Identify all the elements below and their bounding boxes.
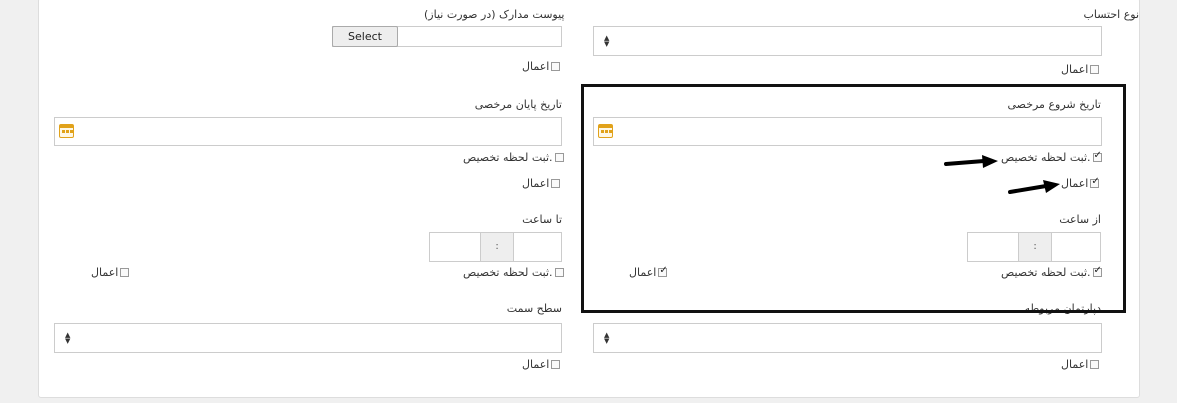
end-date-label: تاریخ پایان مرخصی [474,98,562,111]
from-hour-field[interactable] [1052,233,1100,261]
from-record-moment[interactable]: ثبت لحظه تخصیص. [1001,265,1102,279]
start-apply[interactable]: اعمال [1061,176,1100,190]
apply-checkbox[interactable] [551,179,561,188]
to-time-label: تا ساعت [522,213,562,226]
attachment-field[interactable]: Select [332,26,562,47]
apply-checkbox[interactable] [120,268,130,277]
apply-checkbox[interactable] [1090,176,1100,188]
apply-checkbox[interactable] [551,62,561,71]
access-apply[interactable]: اعمال [522,358,561,371]
select-updown-icon: ▲ ▼ [604,331,610,345]
apply-checkbox[interactable] [1090,360,1100,369]
calendar-icon[interactable] [598,124,613,138]
attachment-apply[interactable]: اعمال [522,60,561,73]
to-time-input[interactable]: : [429,232,562,262]
from-apply[interactable]: اعمال [629,265,668,279]
apply-checkbox[interactable] [1090,65,1100,74]
record-moment-label: ثبت لحظه تخصیص. [1001,151,1091,164]
from-time-label: از ساعت [1059,213,1101,226]
access-level-select[interactable]: ▲ ▼ [54,323,562,353]
start-record-moment[interactable]: ثبت لحظه تخصیص. [1001,150,1102,164]
apply-label: اعمال [522,358,550,371]
select-updown-icon: ▲ ▼ [604,34,610,48]
record-moment-checkbox[interactable] [1092,150,1102,162]
to-hour-field[interactable] [514,233,561,261]
record-moment-checkbox[interactable] [1092,265,1102,277]
apply-label: اعمال [629,266,657,279]
apply-checkbox[interactable] [658,265,668,277]
record-moment-checkbox[interactable] [554,153,564,162]
apply-label: اعمال [91,266,119,279]
apply-label: اعمال [1061,358,1089,371]
start-date-input[interactable] [593,117,1102,146]
leave-type-select[interactable]: ▲ ▼ [593,26,1102,56]
leave-type-apply[interactable]: اعمال [1061,63,1100,76]
apply-label: اعمال [522,177,550,190]
from-minute-field[interactable] [968,233,1018,261]
record-moment-label: ثبت لحظه تخصیص. [463,266,553,279]
attachment-label: پیوست مدارک (در صورت نیاز) [424,8,565,21]
to-record-moment[interactable]: ثبت لحظه تخصیص. [463,266,564,279]
apply-label: اعمال [522,60,550,73]
attachment-select-button[interactable]: Select [332,26,398,47]
end-record-moment[interactable]: ثبت لحظه تخصیص. [463,151,564,164]
end-date-input[interactable] [54,117,562,146]
to-minute-field[interactable] [430,233,480,261]
form-panel: نوع احتساب ▲ ▼ اعمال پیوست مدارک (در صورت… [38,0,1140,398]
record-moment-label: ثبت لحظه تخصیص. [1001,266,1091,279]
start-date-label: تاریخ شروع مرخصی [1007,98,1101,111]
time-separator: : [1018,233,1052,261]
to-apply[interactable]: اعمال [91,266,130,279]
calendar-icon[interactable] [59,124,74,138]
leave-type-label: نوع احتساب [1083,8,1140,21]
access-level-label: سطح سمت [506,302,562,315]
time-separator: : [480,233,514,261]
record-moment-label: ثبت لحظه تخصیص. [463,151,553,164]
apply-label: اعمال [1061,63,1089,76]
end-apply[interactable]: اعمال [522,177,561,190]
apply-checkbox[interactable] [551,360,561,369]
from-time-input[interactable]: : [967,232,1101,262]
arrow-right-icon [1008,180,1060,194]
dept-apply[interactable]: اعمال [1061,358,1100,371]
select-updown-icon: ▲ ▼ [65,331,71,345]
record-moment-checkbox[interactable] [554,268,564,277]
apply-label: اعمال [1061,177,1089,190]
arrow-right-icon [944,155,998,168]
related-dept-select[interactable]: ▲ ▼ [593,323,1102,353]
related-dept-label: دپارتمان مربوطه [1024,302,1101,315]
